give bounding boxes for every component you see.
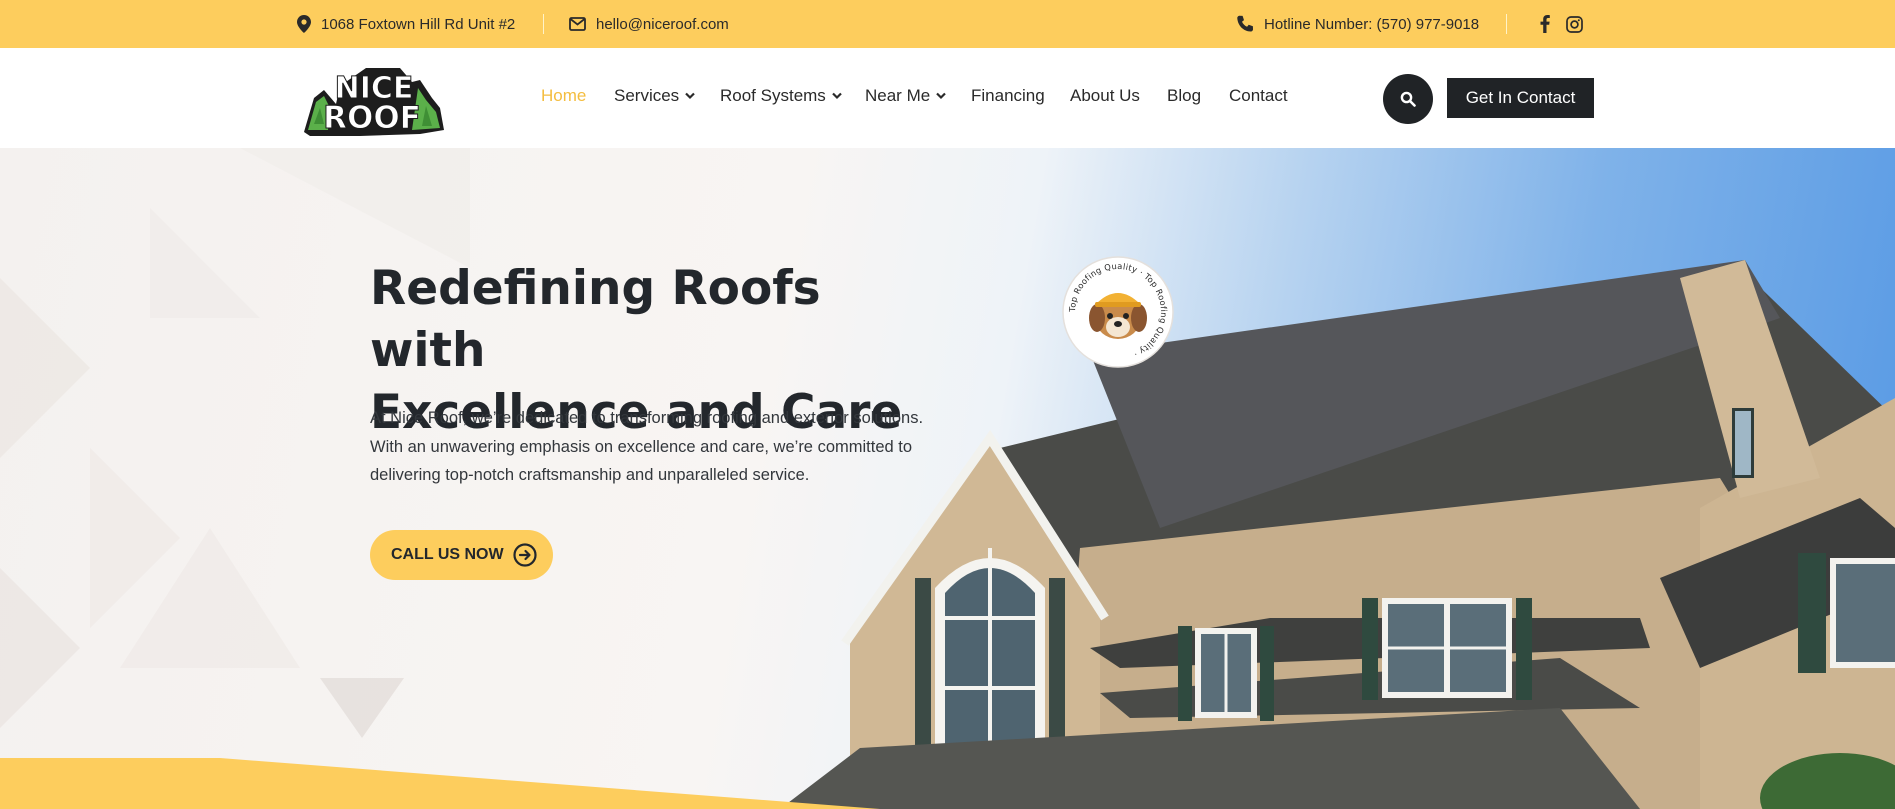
nav-near-me[interactable]: Near Me — [865, 86, 946, 106]
address-item: 1068 Foxtown Hill Rd Unit #2 — [297, 0, 515, 48]
nav-label[interactable]: Services — [614, 86, 679, 106]
instagram-link[interactable] — [1566, 0, 1593, 48]
location-pin-icon — [297, 15, 311, 33]
nav-label[interactable]: Financing — [971, 86, 1045, 106]
hero-house-image — [0, 148, 1895, 809]
hero-text-line: delivering top-notch craftsmanship and u… — [370, 466, 810, 484]
hero-description: At Nice Roof, we’re dedicated to transfo… — [370, 404, 930, 490]
hero-text-line: At Nice Roof, we’re dedicated to transfo… — [370, 409, 924, 427]
logo-line2: ROOF — [323, 100, 421, 136]
instagram-icon[interactable] — [1566, 15, 1583, 33]
hotline-link[interactable]: Hotline Number: (570) 977-9018 — [1236, 0, 1479, 48]
call-us-now-button[interactable]: CALL US NOW — [370, 530, 553, 580]
chevron-down-icon — [936, 92, 946, 100]
address-text: 1068 Foxtown Hill Rd Unit #2 — [321, 15, 516, 33]
get-in-contact-button[interactable]: Get In Contact — [1447, 78, 1594, 118]
facebook-icon[interactable] — [1540, 15, 1550, 33]
search-button[interactable] — [1383, 74, 1433, 124]
nav-label[interactable]: Contact — [1229, 86, 1288, 106]
divider — [543, 14, 544, 34]
chevron-down-icon — [832, 92, 842, 100]
hero-title-line: Redefining Roofs with — [370, 261, 821, 378]
email-link[interactable]: hello@niceroof.com — [569, 0, 729, 48]
nav-financing[interactable]: Financing — [971, 86, 1045, 106]
nav-about-us[interactable]: About Us — [1070, 86, 1140, 106]
call-button-label[interactable]: CALL US NOW — [391, 546, 504, 564]
top-roofing-quality-badge: Top Roofing Quality · Top Roofing Qualit… — [1062, 256, 1174, 368]
nav-label[interactable]: About Us — [1070, 86, 1140, 106]
nice-roof-logo[interactable]: NICE ROOF — [300, 64, 446, 136]
site-header: NICE ROOF Home Services Roof Systems Nea… — [0, 48, 1895, 148]
hero-text-line: With an unwavering emphasis on excellenc… — [370, 437, 913, 456]
nav-label[interactable]: Blog — [1167, 86, 1201, 106]
top-bar: 1068 Foxtown Hill Rd Unit #2 hello@nicer… — [0, 0, 1895, 48]
chevron-down-icon — [685, 92, 695, 100]
arrow-circle-right-icon — [512, 543, 537, 567]
search-icon — [1400, 91, 1416, 107]
nav-label[interactable]: Roof Systems — [720, 86, 826, 106]
email-text[interactable]: hello@niceroof.com — [596, 16, 729, 33]
envelope-icon — [569, 17, 586, 31]
nav-services[interactable]: Services — [614, 86, 695, 106]
nav-label[interactable]: Near Me — [865, 86, 930, 106]
nav-contact[interactable]: Contact — [1229, 86, 1288, 106]
nav-roof-systems[interactable]: Roof Systems — [720, 86, 842, 106]
hero-section: Redefining Roofs with Excellence and Car… — [0, 148, 1895, 809]
nav-label[interactable]: Home — [541, 86, 586, 106]
facebook-link[interactable] — [1540, 0, 1560, 48]
phone-icon — [1237, 15, 1253, 32]
divider — [1506, 14, 1507, 34]
nav-home[interactable]: Home — [541, 86, 586, 106]
nav-blog[interactable]: Blog — [1167, 86, 1201, 106]
hotline-text[interactable]: Hotline Number: (570) 977-9018 — [1264, 16, 1479, 33]
